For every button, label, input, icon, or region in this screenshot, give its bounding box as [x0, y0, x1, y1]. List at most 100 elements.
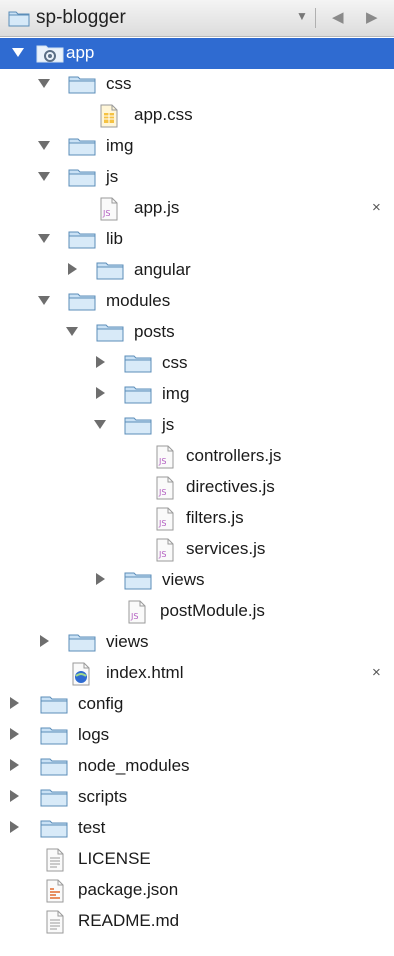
svg-text:JS: JS — [158, 488, 166, 497]
folder-icon — [68, 73, 96, 100]
folder-icon — [8, 9, 30, 32]
tree-item-package-json[interactable]: package.json — [0, 875, 394, 906]
disclosure-triangle-icon[interactable] — [94, 573, 106, 585]
tree-item-readme-md[interactable]: README.md — [0, 906, 394, 937]
tree-item-node-modules[interactable]: node_modules — [0, 751, 394, 782]
disclosure-triangle-icon[interactable] — [8, 790, 20, 802]
disclosure-triangle-icon[interactable] — [94, 356, 106, 368]
js-file-icon: JS — [154, 476, 176, 505]
tree-item-test[interactable]: test — [0, 813, 394, 844]
tree-item-posts-views[interactable]: views — [0, 565, 394, 596]
tree-item-js[interactable]: js — [0, 162, 394, 193]
tree-item-label: directives.js — [186, 477, 275, 496]
js-file-icon: JS — [154, 538, 176, 567]
folder-icon — [68, 290, 96, 317]
tree-item-label: services.js — [186, 539, 266, 558]
disclosure-triangle-icon[interactable] — [8, 728, 20, 740]
disclosure-triangle-icon[interactable] — [66, 325, 78, 337]
tree-item-label: angular — [134, 260, 191, 279]
tree-item-modules[interactable]: modules — [0, 286, 394, 317]
tree-item-angular[interactable]: angular — [0, 255, 394, 286]
tree-item-index-html[interactable]: index.html × — [0, 658, 394, 689]
tree-item-posts-img[interactable]: img — [0, 379, 394, 410]
folder-icon — [68, 166, 96, 193]
disclosure-triangle-icon[interactable] — [38, 139, 50, 151]
folder-icon — [40, 755, 68, 782]
tree-item-label: README.md — [78, 911, 180, 930]
header-divider — [315, 8, 316, 28]
folder-icon — [40, 786, 68, 813]
disclosure-triangle-icon[interactable] — [38, 232, 50, 244]
html-file-icon — [70, 662, 92, 691]
folder-icon — [68, 228, 96, 255]
tree-item-label: test — [78, 818, 106, 837]
tree-item-label: img — [106, 136, 134, 155]
folder-icon — [40, 693, 68, 720]
close-icon[interactable]: × — [372, 199, 381, 216]
project-name: sp-blogger — [36, 7, 126, 28]
disclosure-triangle-icon[interactable] — [38, 170, 50, 182]
tree-item-postmodule-js[interactable]: JS postModule.js — [0, 596, 394, 627]
forward-arrow-icon[interactable]: ▶ — [366, 8, 378, 26]
tree-item-license[interactable]: LICENSE — [0, 844, 394, 875]
tree-item-controllers-js[interactable]: JS controllers.js — [0, 441, 394, 472]
tree-item-img[interactable]: img — [0, 131, 394, 162]
svg-text:JS: JS — [158, 550, 166, 559]
folder-icon — [124, 352, 152, 379]
tree-item-label: lib — [106, 229, 124, 248]
disclosure-triangle-icon[interactable] — [8, 759, 20, 771]
tree-item-services-js[interactable]: JS services.js — [0, 534, 394, 565]
tree-item-label: app.js — [134, 198, 180, 217]
text-file-icon — [44, 848, 66, 877]
tree-item-views[interactable]: views — [0, 627, 394, 658]
folder-icon — [124, 569, 152, 596]
tree-item-posts-js[interactable]: js — [0, 410, 394, 441]
close-icon[interactable]: × — [372, 664, 381, 681]
tree-item-app-js[interactable]: JS app.js × — [0, 193, 394, 224]
disclosure-triangle-icon[interactable] — [38, 77, 50, 89]
disclosure-triangle-icon[interactable] — [8, 821, 20, 833]
tree-item-label: css — [106, 74, 132, 93]
tree-item-label: js — [106, 167, 119, 186]
js-file-icon: JS — [98, 197, 120, 226]
css-file-icon — [98, 104, 120, 133]
svg-text:JS: JS — [130, 612, 138, 621]
disclosure-triangle-icon[interactable] — [38, 294, 50, 306]
disclosure-triangle-icon[interactable] — [8, 697, 20, 709]
chevron-down-icon[interactable]: ▼ — [296, 9, 308, 23]
tree-item-label: index.html — [106, 663, 184, 682]
tree-item-config[interactable]: config — [0, 689, 394, 720]
tree-item-directives-js[interactable]: JS directives.js — [0, 472, 394, 503]
file-navigator-panel: sp-blogger ▼ ◀ ▶ app css app.css img js … — [0, 0, 394, 956]
tree-item-label: controllers.js — [186, 446, 282, 465]
tree-item-scripts[interactable]: scripts — [0, 782, 394, 813]
tree-item-app[interactable]: app — [0, 38, 394, 69]
disclosure-triangle-icon[interactable] — [94, 418, 106, 430]
tree-item-app-css[interactable]: app.css — [0, 100, 394, 131]
tree-item-posts-css[interactable]: css — [0, 348, 394, 379]
project-header[interactable]: sp-blogger ▼ ◀ ▶ — [0, 0, 394, 37]
disclosure-triangle-icon[interactable] — [12, 46, 24, 58]
js-file-icon: JS — [154, 507, 176, 536]
text-file-icon — [44, 910, 66, 939]
disclosure-triangle-icon[interactable] — [66, 263, 78, 275]
svg-text:JS: JS — [158, 519, 166, 528]
folder-icon — [40, 817, 68, 844]
tree-item-label: modules — [106, 291, 171, 310]
app-root-icon — [36, 42, 64, 69]
tree-item-lib[interactable]: lib — [0, 224, 394, 255]
tree-item-label: views — [162, 570, 205, 589]
disclosure-triangle-icon[interactable] — [38, 635, 50, 647]
folder-icon — [124, 414, 152, 441]
disclosure-triangle-icon[interactable] — [94, 387, 106, 399]
tree-item-css[interactable]: css — [0, 69, 394, 100]
tree-item-posts[interactable]: posts — [0, 317, 394, 348]
tree-item-label: css — [162, 353, 188, 372]
tree-item-label: LICENSE — [78, 849, 151, 868]
back-arrow-icon[interactable]: ◀ — [332, 8, 344, 26]
tree-item-logs[interactable]: logs — [0, 720, 394, 751]
tree-item-label: img — [162, 384, 190, 403]
tree-item-filters-js[interactable]: JS filters.js — [0, 503, 394, 534]
tree-item-label: postModule.js — [160, 601, 265, 620]
tree-item-label: app.css — [134, 105, 193, 124]
